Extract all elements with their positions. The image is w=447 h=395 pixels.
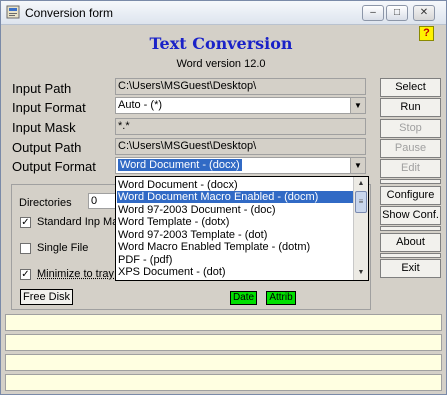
select-button[interactable]: Select bbox=[380, 78, 441, 97]
output-format-label: Output Format bbox=[12, 159, 96, 174]
about-button[interactable]: About bbox=[380, 233, 441, 252]
configure-button[interactable]: Configure bbox=[380, 186, 441, 205]
chevron-down-icon[interactable]: ▼ bbox=[350, 98, 365, 113]
help-icon[interactable]: ? bbox=[419, 26, 434, 41]
free-disk-button[interactable]: Free Disk bbox=[20, 289, 73, 305]
version-label: Word version 12.0 bbox=[176, 58, 266, 70]
output-path-label: Output Path bbox=[12, 140, 82, 155]
output-path-value: C:\Users\MSGuest\Desktop\ bbox=[118, 140, 257, 152]
title-bar[interactable]: Conversion form – □ ✕ bbox=[1, 1, 446, 25]
run-button[interactable]: Run bbox=[380, 98, 441, 117]
output-format-combo[interactable]: Word Document - (docx) ▼ bbox=[115, 157, 366, 174]
conversion-form-window: Conversion form – □ ✕ Text Conversion ? … bbox=[0, 0, 447, 395]
input-path-value: C:\Users\MSGuest\Desktop\ bbox=[118, 80, 257, 92]
input-format-combo[interactable]: Auto - (*) ▼ bbox=[115, 97, 366, 114]
spacer-button bbox=[380, 179, 441, 184]
dropdown-item[interactable]: Word Template - (dotx) bbox=[117, 216, 353, 228]
window-title: Conversion form bbox=[25, 6, 114, 20]
status-line-3 bbox=[5, 354, 442, 371]
minimize-tray-checkbox[interactable]: ✓ bbox=[20, 269, 31, 280]
dropdown-item[interactable]: Word Macro Enabled Template - (dotm) bbox=[117, 241, 353, 253]
app-icon bbox=[6, 5, 20, 19]
standard-input-label: Standard Inp Ma bbox=[37, 216, 119, 228]
minimize-button[interactable]: – bbox=[362, 5, 384, 21]
scroll-up-icon[interactable]: ▲ bbox=[354, 178, 368, 190]
dropdown-item[interactable]: Word Document - (docx) bbox=[117, 179, 353, 191]
input-mask-label: Input Mask bbox=[12, 120, 76, 135]
maximize-button[interactable]: □ bbox=[386, 5, 408, 21]
dropdown-scrollbar[interactable]: ▲ ≡ ▼ bbox=[353, 177, 368, 280]
minimize-tray-label: Minimize to tray bbox=[37, 268, 115, 280]
spacer-button bbox=[380, 226, 441, 231]
scrollbar-thumb[interactable]: ≡ bbox=[355, 191, 367, 213]
dropdown-item[interactable]: PDF - (pdf) bbox=[117, 254, 353, 266]
exit-button[interactable]: Exit bbox=[380, 259, 441, 278]
dropdown-item[interactable]: Word Document Macro Enabled - (docm) bbox=[117, 191, 353, 203]
dropdown-item[interactable]: Word 97-2003 Document - (doc) bbox=[117, 204, 353, 216]
input-format-label: Input Format bbox=[12, 100, 86, 115]
single-file-checkbox[interactable] bbox=[20, 243, 31, 254]
input-path-label: Input Path bbox=[12, 81, 72, 96]
single-file-label: Single File bbox=[37, 242, 89, 254]
output-format-value: Word Document - (docx) bbox=[118, 159, 242, 171]
directories-input[interactable]: 0 bbox=[88, 193, 118, 209]
stop-button[interactable]: Stop bbox=[380, 119, 441, 138]
date-badge[interactable]: Date bbox=[230, 291, 257, 305]
close-button[interactable]: ✕ bbox=[413, 5, 435, 21]
page-title: Text Conversion bbox=[149, 34, 293, 53]
status-line-2 bbox=[5, 334, 442, 351]
attrib-badge[interactable]: Attrib bbox=[266, 291, 296, 305]
show-conf-button[interactable]: Show Conf. bbox=[380, 206, 441, 225]
dropdown-item[interactable]: XPS Document - (dot) bbox=[117, 266, 353, 278]
scroll-down-icon[interactable]: ▼ bbox=[354, 267, 368, 279]
input-path-field[interactable]: C:\Users\MSGuest\Desktop\ bbox=[115, 78, 366, 95]
output-format-dropdown[interactable]: Word Document - (docx) Word Document Mac… bbox=[115, 176, 369, 281]
pause-button[interactable]: Pause bbox=[380, 139, 441, 158]
spacer-button bbox=[380, 253, 441, 258]
output-path-field[interactable]: C:\Users\MSGuest\Desktop\ bbox=[115, 138, 366, 155]
directories-label: Directories bbox=[19, 197, 72, 209]
standard-input-checkbox[interactable]: ✓ bbox=[20, 217, 31, 228]
input-format-value: Auto - (*) bbox=[118, 99, 163, 111]
status-line-1 bbox=[5, 314, 442, 331]
input-mask-value: *.* bbox=[118, 120, 130, 132]
status-line-4 bbox=[5, 374, 442, 391]
dropdown-item[interactable]: Word 97-2003 Template - (dot) bbox=[117, 229, 353, 241]
input-mask-field[interactable]: *.* bbox=[115, 118, 366, 135]
edit-button[interactable]: Edit bbox=[380, 159, 441, 178]
chevron-down-icon[interactable]: ▼ bbox=[350, 158, 365, 173]
